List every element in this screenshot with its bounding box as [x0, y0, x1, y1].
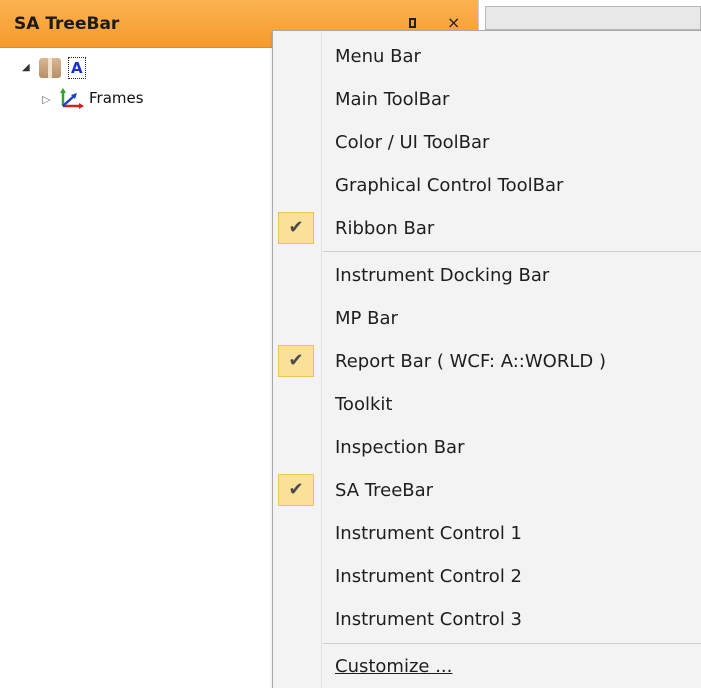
menu-item-label: Instrument Control 1 [335, 523, 522, 544]
menu-item-sa-treebar[interactable]: ✔ SA TreeBar [273, 470, 701, 510]
menu-item-instrument-docking-bar[interactable]: Instrument Docking Bar [273, 255, 701, 295]
menu-item-instrument-control-3[interactable]: Instrument Control 3 [273, 599, 701, 639]
tree-node-label[interactable]: A [68, 57, 86, 79]
menu-item-report-bar[interactable]: ✔ Report Bar ( WCF: A::WORLD ) [273, 341, 701, 381]
menu-item-mp-bar[interactable]: MP Bar [273, 298, 701, 338]
menu-item-main-toolbar[interactable]: Main ToolBar [273, 79, 701, 119]
box-icon [39, 58, 61, 78]
checkmark-icon: ✔ [278, 474, 314, 506]
menu-item-label: Menu Bar [335, 46, 421, 67]
treebar-title: SA TreeBar [14, 14, 120, 34]
workspace-tab-strip [485, 6, 701, 30]
menu-item-inspection-bar[interactable]: Inspection Bar [273, 427, 701, 467]
menu-item-label: Color / UI ToolBar [335, 132, 490, 153]
checkmark-icon: ✔ [278, 345, 314, 377]
menu-item-label: Inspection Bar [335, 437, 465, 458]
expand-right-icon[interactable]: ▷ [42, 93, 50, 106]
menu-item-label: SA TreeBar [335, 480, 434, 501]
menu-item-menu-bar[interactable]: Menu Bar [273, 36, 701, 76]
menu-item-label: Report Bar ( WCF: A::WORLD ) [335, 351, 606, 372]
menu-item-graphical-control-toolbar[interactable]: Graphical Control ToolBar [273, 165, 701, 205]
menu-item-label: MP Bar [335, 308, 398, 329]
menu-item-label: Customize ... [335, 656, 453, 677]
menu-item-instrument-control-2[interactable]: Instrument Control 2 [273, 556, 701, 596]
menu-item-instrument-control-1[interactable]: Instrument Control 1 [273, 513, 701, 553]
menu-item-label: Instrument Docking Bar [335, 265, 550, 286]
expand-down-icon[interactable]: ◢ [22, 62, 30, 73]
menu-item-label: Ribbon Bar [335, 218, 435, 239]
menu-item-toolkit[interactable]: Toolkit [273, 384, 701, 424]
menu-item-label: Graphical Control ToolBar [335, 175, 564, 196]
menu-item-ribbon-bar[interactable]: ✔ Ribbon Bar [273, 208, 701, 248]
menu-item-label: Toolkit [335, 394, 393, 415]
menu-separator [323, 643, 701, 644]
context-menu: Menu Bar Main ToolBar Color / UI ToolBar… [272, 30, 701, 688]
pin-icon[interactable] [409, 18, 416, 28]
menu-item-label: Instrument Control 2 [335, 566, 522, 587]
menu-separator [323, 251, 701, 252]
checkmark-icon: ✔ [278, 212, 314, 244]
menu-item-label: Main ToolBar [335, 89, 450, 110]
menu-item-color-ui-toolbar[interactable]: Color / UI ToolBar [273, 122, 701, 162]
tree-node-label[interactable]: Frames [89, 89, 144, 107]
menu-item-customize[interactable]: Customize ... [273, 646, 701, 686]
axes-frame-icon [60, 88, 84, 109]
menu-item-label: Instrument Control 3 [335, 609, 522, 630]
